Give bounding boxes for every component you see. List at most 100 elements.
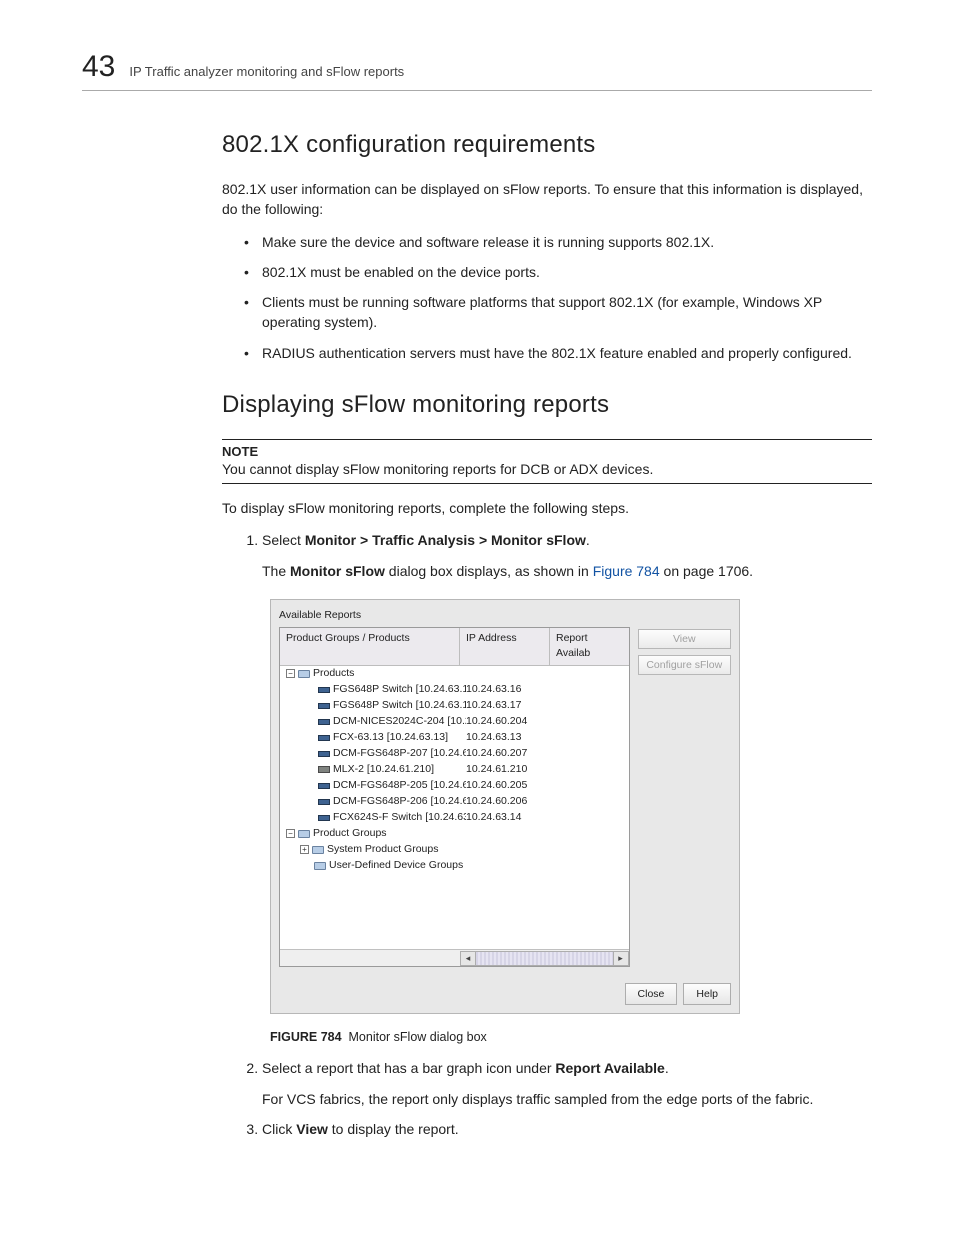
device-label: DCM-FGS648P-207 [10.24.60 — [333, 746, 466, 761]
step1-body-a: The — [262, 563, 290, 579]
tree-product-row[interactable]: DCM-FGS648P-205 [10.24.6010.24.60.205 — [280, 778, 629, 794]
device-ip: 10.24.60.205 — [466, 778, 556, 793]
device-ip: 10.24.63.14 — [466, 810, 556, 825]
step3-post: to display the report. — [328, 1121, 459, 1137]
device-icon — [318, 719, 330, 725]
figure-number: FIGURE 784 — [270, 1030, 342, 1044]
dialog-footer: Close Help — [271, 975, 739, 1013]
note-block: NOTE You cannot display sFlow monitoring… — [222, 439, 872, 484]
tree-node-product-groups[interactable]: − Product Groups — [280, 826, 629, 842]
device-ip: 10.24.63.13 — [466, 730, 556, 745]
heading-sflow-reports: Displaying sFlow monitoring reports — [222, 391, 872, 419]
figure-caption: FIGURE 784 Monitor sFlow dialog box — [270, 1028, 872, 1046]
device-label: FGS648P Switch [10.24.63.1 — [333, 698, 466, 713]
step2-pre: Select a report that has a bar graph ico… — [262, 1060, 555, 1076]
steps-list: Select Monitor > Traffic Analysis > Moni… — [222, 530, 872, 1139]
col-header-report[interactable]: Report Availab — [550, 628, 629, 664]
bullet-item: Make sure the device and software releas… — [244, 232, 872, 252]
step1-body-d: on page 1706. — [660, 563, 753, 579]
stack-icon — [314, 862, 326, 870]
device-label: FCX624S-F Switch [10.24.63 — [333, 810, 466, 825]
running-title: IP Traffic analyzer monitoring and sFlow… — [129, 64, 404, 79]
step1-menu-path: Monitor > Traffic Analysis > Monitor sFl… — [305, 532, 586, 548]
bullet-item: Clients must be running software platfor… — [244, 292, 872, 333]
tree-group-row[interactable]: User-Defined Device Groups — [280, 858, 629, 874]
device-icon — [318, 815, 330, 821]
figure-ref-link[interactable]: Figure 784 — [593, 563, 660, 579]
scroll-left-icon[interactable]: ◂ — [460, 951, 476, 966]
tree-product-row[interactable]: DCM-FGS648P-207 [10.24.6010.24.60.207 — [280, 746, 629, 762]
step2-body: For VCS fabrics, the report only display… — [262, 1089, 872, 1109]
device-icon — [318, 735, 330, 741]
bullet-item: 802.1X must be enabled on the device por… — [244, 262, 872, 282]
device-label: FGS648P Switch [10.24.63.1 — [333, 682, 466, 697]
tree-product-row[interactable]: FGS648P Switch [10.24.63.110.24.63.16 — [280, 682, 629, 698]
device-ip: 10.24.61.210 — [466, 762, 556, 777]
scroll-right-icon[interactable]: ▸ — [613, 951, 629, 966]
group-label: User-Defined Device Groups — [329, 858, 463, 873]
step3-pre: Click — [262, 1121, 296, 1137]
device-icon — [318, 687, 330, 693]
device-icon — [318, 799, 330, 805]
device-icon — [318, 751, 330, 757]
device-icon — [318, 783, 330, 789]
monitor-sflow-dialog: Available Reports Product Groups / Produ… — [270, 599, 740, 1014]
device-label: DCM-FGS648P-205 [10.24.60 — [333, 778, 466, 793]
help-button[interactable]: Help — [683, 983, 731, 1005]
content-area: 802.1X configuration requirements 802.1X… — [82, 131, 872, 1139]
tree-header-row: Product Groups / Products IP Address Rep… — [280, 628, 629, 665]
step-1: Select Monitor > Traffic Analysis > Moni… — [262, 530, 872, 1046]
device-icon — [318, 703, 330, 709]
tree-product-row[interactable]: DCM-NICES2024C-204 [10.2410.24.60.204 — [280, 714, 629, 730]
stack-icon — [298, 670, 310, 678]
device-ip: 10.24.63.16 — [466, 682, 556, 697]
expand-icon[interactable]: + — [300, 845, 309, 854]
intro-8021x: 802.1X user information can be displayed… — [222, 179, 872, 220]
tree-product-row[interactable]: DCM-FGS648P-206 [10.24.6010.24.60.206 — [280, 794, 629, 810]
reports-tree[interactable]: Product Groups / Products IP Address Rep… — [279, 627, 630, 967]
step3-bold: View — [296, 1121, 328, 1137]
tree-product-row[interactable]: MLX-2 [10.24.61.210] 10.24.61.210 — [280, 762, 629, 778]
step2-post: . — [665, 1060, 669, 1076]
step-3: Click View to display the report. — [262, 1119, 872, 1139]
device-icon — [318, 766, 330, 773]
step2-bold: Report Available — [555, 1060, 664, 1076]
col-header-ip[interactable]: IP Address — [460, 628, 550, 664]
running-header: 43 IP Traffic analyzer monitoring and sF… — [82, 50, 872, 91]
device-ip: 10.24.60.206 — [466, 794, 556, 809]
tree-group-row[interactable]: + System Product Groups — [280, 842, 629, 858]
panel-title: Available Reports — [279, 608, 731, 623]
device-ip: 10.24.60.207 — [466, 746, 556, 761]
tree-product-row[interactable]: FGS648P Switch [10.24.63.110.24.63.17 — [280, 698, 629, 714]
stack-icon — [298, 830, 310, 838]
device-ip: 10.24.63.17 — [466, 698, 556, 713]
side-button-panel: View Configure sFlow — [638, 627, 731, 967]
heading-8021x: 802.1X configuration requirements — [222, 131, 872, 159]
collapse-icon[interactable]: − — [286, 669, 295, 678]
horizontal-scrollbar[interactable]: ◂ ▸ — [280, 949, 629, 966]
col-header-products[interactable]: Product Groups / Products — [280, 628, 460, 664]
tree-product-row[interactable]: FCX624S-F Switch [10.24.6310.24.63.14 — [280, 810, 629, 826]
device-label: DCM-NICES2024C-204 [10.24 — [333, 714, 466, 729]
scroll-track[interactable] — [476, 951, 613, 966]
device-label: FCX-63.13 [10.24.63.13] — [333, 730, 448, 745]
view-button[interactable]: View — [638, 629, 731, 649]
configure-sflow-button[interactable]: Configure sFlow — [638, 655, 731, 675]
tree-product-row[interactable]: FCX-63.13 [10.24.63.13] 10.24.63.13 — [280, 730, 629, 746]
figure-caption-text: Monitor sFlow dialog box — [349, 1030, 487, 1044]
stack-icon — [312, 846, 324, 854]
step1-pre: Select — [262, 532, 305, 548]
note-label: NOTE — [222, 444, 872, 459]
device-label: MLX-2 [10.24.61.210] — [333, 762, 434, 777]
tree-node-products[interactable]: − Products — [280, 666, 629, 682]
collapse-icon[interactable]: − — [286, 829, 295, 838]
step1-post: . — [586, 532, 590, 548]
chapter-number: 43 — [82, 50, 115, 84]
document-page: 43 IP Traffic analyzer monitoring and sF… — [0, 0, 954, 1235]
group-label: System Product Groups — [327, 842, 438, 857]
step1-body-c: dialog box displays, as shown in — [385, 563, 593, 579]
step1-body-dlg: Monitor sFlow — [290, 563, 385, 579]
bullets-8021x: Make sure the device and software releas… — [222, 232, 872, 363]
note-text: You cannot display sFlow monitoring repo… — [222, 461, 872, 484]
close-button[interactable]: Close — [625, 983, 678, 1005]
